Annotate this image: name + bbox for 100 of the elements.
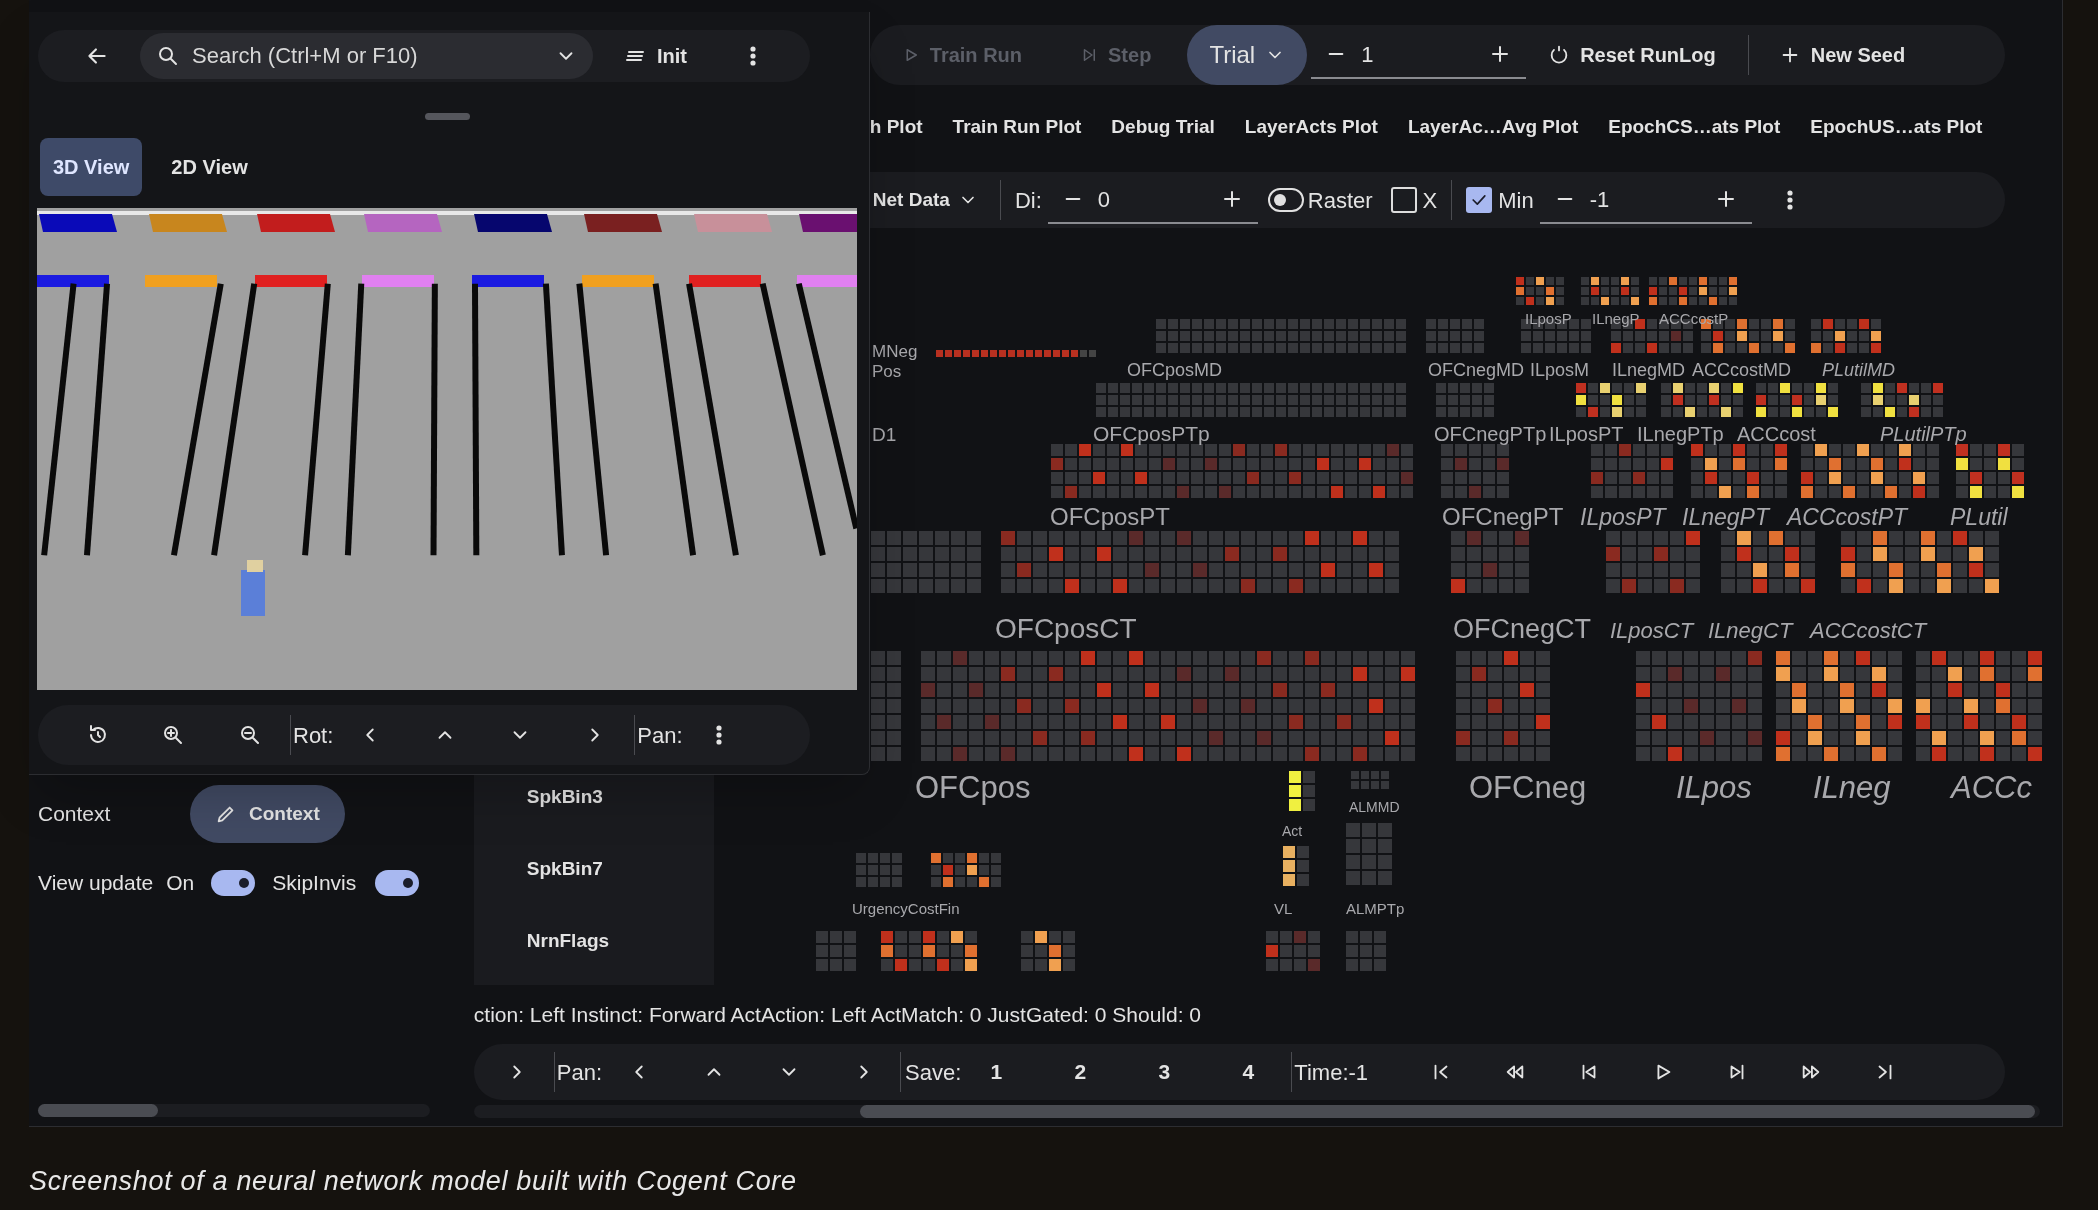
reset-runlog-button[interactable]: Reset RunLog	[1548, 40, 1716, 70]
spinner-value: 1	[1361, 40, 1374, 69]
layer-grid	[1575, 383, 1646, 417]
spinner-value: -1	[1589, 185, 1610, 214]
layer-label: OFCposCT	[994, 613, 1137, 644]
context-label: Context	[38, 801, 112, 828]
save-slot-button[interactable]: 1	[989, 1056, 1004, 1088]
layer-grid	[1345, 931, 1386, 971]
number-spinner[interactable]: 1	[1311, 31, 1527, 79]
zoom-in-icon[interactable]	[161, 723, 185, 747]
context-button[interactable]: Context	[190, 785, 345, 843]
toggle-switch[interactable]	[375, 870, 420, 896]
zoom-out-icon[interactable]	[238, 723, 262, 747]
plot-tab[interactable]: EpochCS…ats Plot	[1608, 102, 1781, 152]
layer-label: ILpos	[1675, 770, 1752, 805]
view-tab[interactable]: 2D View	[158, 138, 261, 196]
layer-grid	[1580, 277, 1639, 305]
layer-label: PLutilMD	[1821, 360, 1895, 380]
raster-label: Raster	[1307, 186, 1373, 215]
layer-label: ACCcostPT	[1786, 504, 1907, 530]
layer-label: ACCc	[1950, 770, 2032, 805]
number-spinner[interactable]: -1	[1539, 176, 1752, 224]
level-dropdown[interactable]: Trial	[1187, 25, 1308, 85]
layer-grid	[1810, 319, 1881, 353]
init-button[interactable]: Init	[617, 34, 693, 78]
time-label: Time:-1	[1294, 1058, 1369, 1087]
layer-label: ILnegP	[1591, 310, 1640, 327]
plot-tab[interactable]: h Plot	[869, 102, 923, 152]
layer-grid	[1440, 444, 1509, 498]
layer-label: ILposM	[1529, 360, 1589, 380]
layer-label: ACCcostMD	[1691, 360, 1791, 380]
layer-list-item[interactable]: SpkBin7	[473, 849, 714, 889]
view-update-label: View update	[38, 870, 154, 897]
layer-label: ILnegPT	[1681, 504, 1769, 530]
layer-grid	[930, 853, 1001, 887]
layer-label: D1	[871, 424, 897, 445]
layer-label: OFCneg	[1468, 770, 1586, 805]
layer-label: OFCposMD	[1126, 360, 1222, 380]
layer-grid	[1288, 771, 1315, 811]
save-slot-button[interactable]: 4	[1241, 1056, 1256, 1088]
layer-label: ACCcost	[1736, 423, 1816, 445]
layer-grid	[1020, 931, 1075, 971]
layer-label: PLutilPTp	[1879, 423, 1967, 445]
layer-grid	[855, 853, 902, 887]
scrollbar-thumb[interactable]	[38, 1104, 158, 1117]
caption: Screenshot of a neural network model built with Cogent Core	[29, 1165, 797, 1198]
layer-label: OFCnegPTp	[1433, 423, 1547, 445]
drag-handle[interactable]	[425, 113, 470, 120]
checkbox[interactable]	[1466, 187, 1493, 213]
layer-label: ILnegPTp	[1636, 423, 1724, 445]
layer-label: ILnegCT	[1707, 618, 1793, 643]
layer-label: Pos	[871, 362, 902, 381]
plot-tab[interactable]: LayerAc…Avg Plot	[1407, 102, 1579, 152]
layer-grid	[1350, 771, 1389, 789]
layer-label: MNeg	[871, 342, 918, 361]
switch-state-label: On	[166, 870, 195, 897]
view-tab[interactable]: 3D View	[40, 138, 143, 196]
layer-label: Act	[1281, 823, 1303, 839]
net-data-menu[interactable]: Net Data	[872, 185, 978, 215]
layer-label: ILnegMD	[1611, 360, 1685, 380]
layer-label: PLutil	[1949, 504, 2008, 530]
x-label: X	[1422, 186, 1438, 215]
skip-invis-label: SkipInvis	[272, 870, 357, 897]
layer-label: ALMMD	[1348, 799, 1400, 815]
search-field[interactable]: Search (Ctrl+M or F10)	[140, 33, 593, 79]
layer-grid	[1345, 823, 1392, 885]
spinner-value: 0	[1097, 185, 1110, 214]
layer-list-item[interactable]: NrnFlags	[473, 921, 714, 961]
layer-grid	[1515, 277, 1564, 305]
layer-grid	[815, 931, 856, 971]
layer-grid	[1282, 846, 1309, 886]
layer-label: OFCnegMD	[1427, 360, 1524, 380]
scrollbar-thumb[interactable]	[859, 1105, 2035, 1118]
di-label: Di:	[1014, 186, 1042, 215]
layer-label: ILposCT	[1609, 618, 1693, 643]
save-slot-button[interactable]: 2	[1073, 1056, 1088, 1088]
layer-grid	[1435, 383, 1494, 417]
save-label: Save:	[905, 1058, 962, 1087]
plot-tab[interactable]: Train Run Plot	[952, 102, 1082, 152]
new-seed-button[interactable]: New Seed	[1778, 40, 1906, 70]
toggle-switch[interactable]	[1267, 188, 1304, 212]
checkbox[interactable]	[1390, 187, 1417, 213]
layer-grid	[1265, 931, 1320, 971]
rot-label: Rot:	[293, 721, 334, 750]
layer-grid	[1425, 319, 1484, 353]
layer-label: OFCposPT	[1049, 503, 1170, 530]
plot-tab[interactable]: Debug Trial	[1111, 102, 1215, 152]
plot-tab[interactable]: EpochUS…ats Plot	[1810, 102, 1983, 152]
min-label: Min	[1498, 186, 1534, 215]
layer-label: ACCcostP	[1658, 310, 1728, 327]
toggle-switch[interactable]	[211, 870, 256, 896]
number-spinner[interactable]: 0	[1047, 176, 1258, 224]
plot-tab[interactable]: LayerActs Plot	[1244, 102, 1378, 152]
layer-label: ILposP	[1524, 310, 1572, 327]
layer-label: ILneg	[1812, 770, 1891, 805]
layer-list-item[interactable]: SpkBin3	[473, 777, 714, 817]
status-text: ction: Left Instinct: Forward ActAction: Left ActMatch: 0 JustGated: 0 Should: 0	[473, 1002, 1202, 1028]
layer-label: ILposPT	[1548, 423, 1624, 445]
save-slot-button[interactable]: 3	[1157, 1056, 1172, 1088]
layer-label: UrgencyCostFin	[851, 900, 960, 917]
